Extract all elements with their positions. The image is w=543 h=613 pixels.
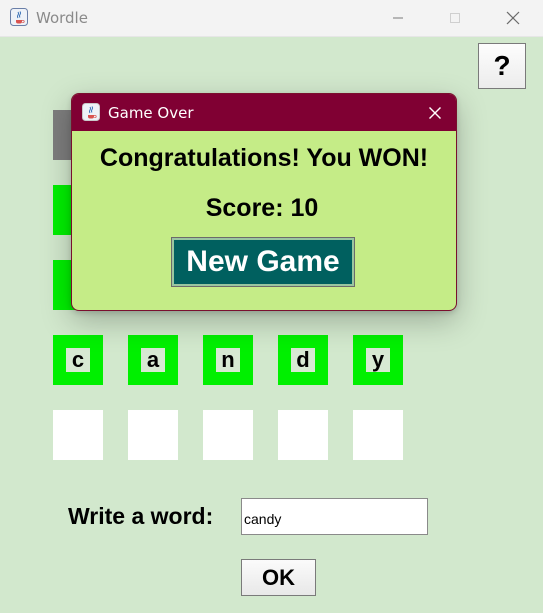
grid-tile-empty [353,410,403,460]
grid-tile-empty [128,410,178,460]
java-app-icon [10,8,28,26]
close-window-button[interactable] [490,0,536,36]
tile-letter: a [141,348,165,372]
dialog-title: Game Over [108,104,194,122]
java-app-icon [82,103,100,121]
tile-letter: y [366,348,390,372]
grid-tile-empty [278,410,328,460]
window-titlebar: Wordle [0,0,543,37]
win-message: Congratulations! You WON! [99,144,429,172]
write-word-label: Write a word: [68,503,214,529]
ok-button[interactable]: OK [241,559,316,596]
close-icon [429,107,441,119]
close-icon [506,11,520,25]
dialog-close-button[interactable] [422,100,448,126]
game-over-dialog: Game Over Congratulations! You WON! Scor… [71,93,457,311]
grid-tile: n [203,335,253,385]
grid-tile-empty [53,410,103,460]
maximize-icon [450,13,460,23]
window-title: Wordle [36,9,88,27]
grid-tile: y [353,335,403,385]
new-game-button[interactable]: New Game [171,237,355,287]
tile-letter: c [66,348,90,372]
grid-tile: c [53,335,103,385]
maximize-button[interactable] [432,0,478,36]
score-text: Score: 10 [205,194,319,222]
grid-tile: d [278,335,328,385]
minimize-icon [393,17,403,19]
grid-tile-empty [203,410,253,460]
dialog-titlebar: Game Over [72,94,456,131]
tile-letter: d [291,348,315,372]
help-button[interactable]: ? [478,43,526,89]
minimize-button[interactable] [375,0,421,36]
word-input[interactable] [241,498,428,535]
tile-letter: n [216,348,240,372]
grid-tile: a [128,335,178,385]
